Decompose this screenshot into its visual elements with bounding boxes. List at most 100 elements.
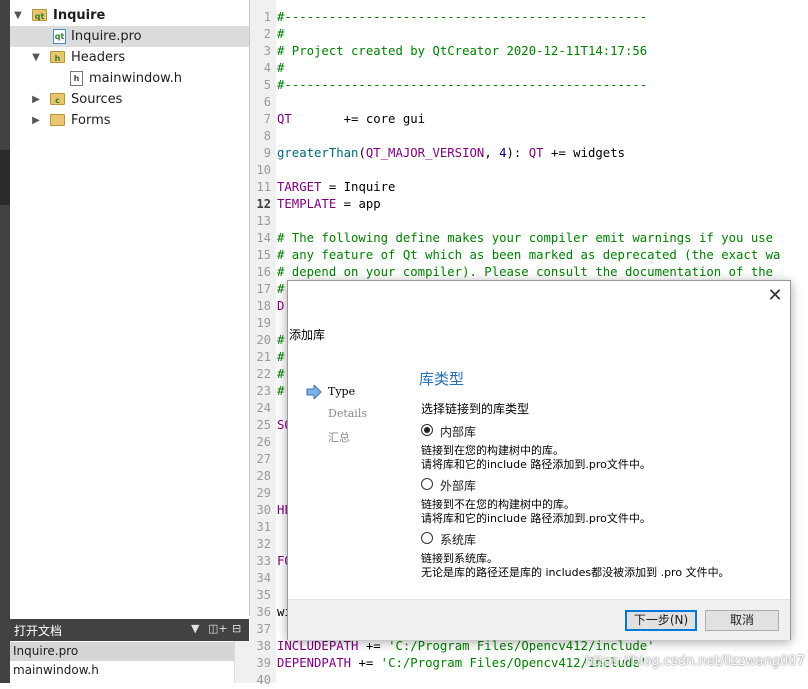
pro-file-icon: qt bbox=[53, 29, 66, 44]
dialog-footer: 下一步(N) 取消 bbox=[288, 599, 790, 640]
external-library-description: 链接到不在您的构建树中的库。 请将库和它的include 路径添加到.pro文件… bbox=[421, 498, 651, 526]
radio-label: 外部库 bbox=[440, 479, 477, 493]
code-token: QT_MAJOR_VERSION bbox=[365, 146, 485, 160]
next-button[interactable]: 下一步(N) bbox=[625, 610, 697, 631]
code-line: #---------------------------------------… bbox=[277, 9, 647, 26]
code-token: #---------------------------------------… bbox=[277, 10, 648, 24]
line-number: 26 bbox=[256, 435, 271, 449]
open-documents-header: 打开文档 ▼ ◫+ ⊟ bbox=[10, 619, 249, 641]
code-line: # bbox=[277, 60, 284, 77]
code-token: TEMPLATE bbox=[277, 197, 337, 211]
radio-button[interactable] bbox=[421, 532, 433, 544]
cancel-button[interactable]: 取消 bbox=[705, 610, 779, 631]
code-token: QT bbox=[277, 112, 292, 126]
split-panel-icon[interactable]: ◫+ bbox=[208, 622, 228, 635]
code-token: # bbox=[277, 61, 285, 75]
close-panel-icon[interactable]: ⊟ bbox=[232, 622, 241, 635]
line-number: 23 bbox=[256, 384, 271, 398]
line-number: 9 bbox=[263, 146, 271, 160]
description-line: 链接到不在您的构建树中的库。 bbox=[421, 498, 575, 511]
chevron-down-icon[interactable]: ▼ bbox=[30, 47, 42, 68]
line-number: 33 bbox=[256, 554, 271, 568]
line-number: 17 bbox=[256, 282, 271, 296]
code-token: = app bbox=[336, 197, 381, 211]
code-line: D bbox=[277, 298, 284, 315]
code-line: greaterThan(QT_MAJOR_VERSION, 4): QT += … bbox=[277, 145, 625, 162]
page-title: 库类型 bbox=[419, 370, 465, 388]
page-subtitle: 选择链接到的库类型 bbox=[421, 402, 530, 416]
code-token: INCLUDEPATH bbox=[277, 639, 359, 653]
line-number: 12 bbox=[256, 197, 271, 211]
line-number: 20 bbox=[256, 333, 271, 347]
code-token: += bbox=[358, 639, 389, 653]
code-token: += widgets bbox=[543, 146, 625, 160]
code-line: TEMPLATE = app bbox=[277, 196, 381, 213]
code-token: ): bbox=[506, 146, 529, 160]
tree-item-label: Inquire.pro bbox=[71, 29, 142, 44]
code-token: TARGET bbox=[277, 180, 322, 194]
radio-button[interactable] bbox=[421, 478, 433, 490]
line-number: 14 bbox=[256, 231, 271, 245]
code-line: QT += core gui bbox=[277, 111, 425, 128]
description-line: 链接到在您的构建树中的库。 bbox=[421, 444, 564, 457]
project-tree: ▼ qt Inquire qt Inquire.pro ▼ h Headers … bbox=[10, 0, 250, 616]
code-token: += bbox=[351, 656, 381, 670]
code-token: D bbox=[277, 299, 285, 313]
tree-item-inquire-pro[interactable]: qt Inquire.pro bbox=[10, 26, 249, 47]
wizard-step-details: Details bbox=[328, 407, 367, 420]
dialog-title: 添加库 bbox=[289, 328, 326, 342]
code-token: ( bbox=[358, 146, 366, 160]
tree-item-project-inquire[interactable]: ▼ qt Inquire bbox=[10, 5, 249, 26]
line-number: 30 bbox=[256, 503, 271, 517]
open-document-mainwindow-h[interactable]: mainwindow.h bbox=[10, 661, 234, 680]
radio-label: 系统库 bbox=[440, 533, 477, 547]
line-number: 22 bbox=[256, 367, 271, 381]
line-number: 1 bbox=[263, 10, 271, 24]
tree-item-mainwindow-h[interactable]: h mainwindow.h bbox=[10, 68, 249, 89]
code-token: # any feature of Qt which as been marked… bbox=[277, 248, 781, 262]
line-number: 25 bbox=[256, 418, 271, 432]
line-number: 5 bbox=[263, 78, 271, 92]
code-line: INCLUDEPATH += 'C:/Program Files/Opencv4… bbox=[277, 638, 655, 655]
description-line: 无论是库的路径还是库的 includes都没被添加到 .pro 文件中。 bbox=[421, 566, 730, 579]
code-line: # The following define makes your compil… bbox=[277, 230, 773, 247]
line-number: 24 bbox=[256, 401, 271, 415]
tree-item-sources[interactable]: ▶ c Sources bbox=[10, 89, 249, 110]
dropdown-arrow-icon[interactable]: ▼ bbox=[191, 622, 199, 635]
line-number: 37 bbox=[256, 622, 271, 636]
description-line: 请将库和它的include 路径添加到.pro文件中。 bbox=[421, 512, 651, 525]
code-line: #---------------------------------------… bbox=[277, 77, 647, 94]
code-token: += core gui bbox=[291, 112, 426, 126]
code-token: = Inquire bbox=[321, 180, 396, 194]
line-number: 2 bbox=[263, 27, 271, 41]
chevron-right-icon[interactable]: ▶ bbox=[30, 89, 42, 110]
forms-folder-icon bbox=[50, 114, 65, 126]
radio-button[interactable] bbox=[421, 424, 433, 436]
close-icon[interactable]: ✕ bbox=[764, 285, 786, 307]
line-number: 3 bbox=[263, 44, 271, 58]
tree-item-forms[interactable]: ▶ Forms bbox=[10, 110, 249, 131]
system-library-description: 链接到系统库。 无论是库的路径还是库的 includes都没被添加到 .pro … bbox=[421, 552, 730, 580]
description-line: 请将库和它的include 路径添加到.pro文件中。 bbox=[421, 458, 651, 471]
internal-library-description: 链接到在您的构建树中的库。 请将库和它的include 路径添加到.pro文件中… bbox=[421, 444, 651, 472]
open-documents-list: Inquire.pro mainwindow.h bbox=[10, 641, 234, 683]
code-token: 'C:/Program Files/Opencv412/include' bbox=[388, 639, 655, 653]
code-token: # bbox=[277, 350, 285, 364]
line-number: 40 bbox=[256, 673, 271, 687]
chevron-right-icon[interactable]: ▶ bbox=[30, 110, 42, 131]
code-line: # depend on your compiler). Please consu… bbox=[277, 264, 773, 281]
line-number: 13 bbox=[256, 214, 271, 228]
line-number: 16 bbox=[256, 265, 271, 279]
line-number: 32 bbox=[256, 537, 271, 551]
code-line: TARGET = Inquire bbox=[277, 179, 395, 196]
tree-item-label: Inquire bbox=[53, 8, 106, 23]
description-line: 链接到系统库。 bbox=[421, 552, 498, 565]
line-number: 39 bbox=[256, 656, 271, 670]
chevron-down-icon[interactable]: ▼ bbox=[12, 5, 24, 26]
watermark-text: https://blog.csdn.net/lizzwang007 bbox=[585, 654, 805, 669]
tree-item-headers[interactable]: ▼ h Headers bbox=[10, 47, 249, 68]
code-token: # depend on your compiler). Please consu… bbox=[277, 265, 774, 279]
open-document-inquire-pro[interactable]: Inquire.pro bbox=[10, 642, 234, 661]
line-number: 28 bbox=[256, 469, 271, 483]
open-documents-scrollbar[interactable] bbox=[234, 641, 250, 683]
